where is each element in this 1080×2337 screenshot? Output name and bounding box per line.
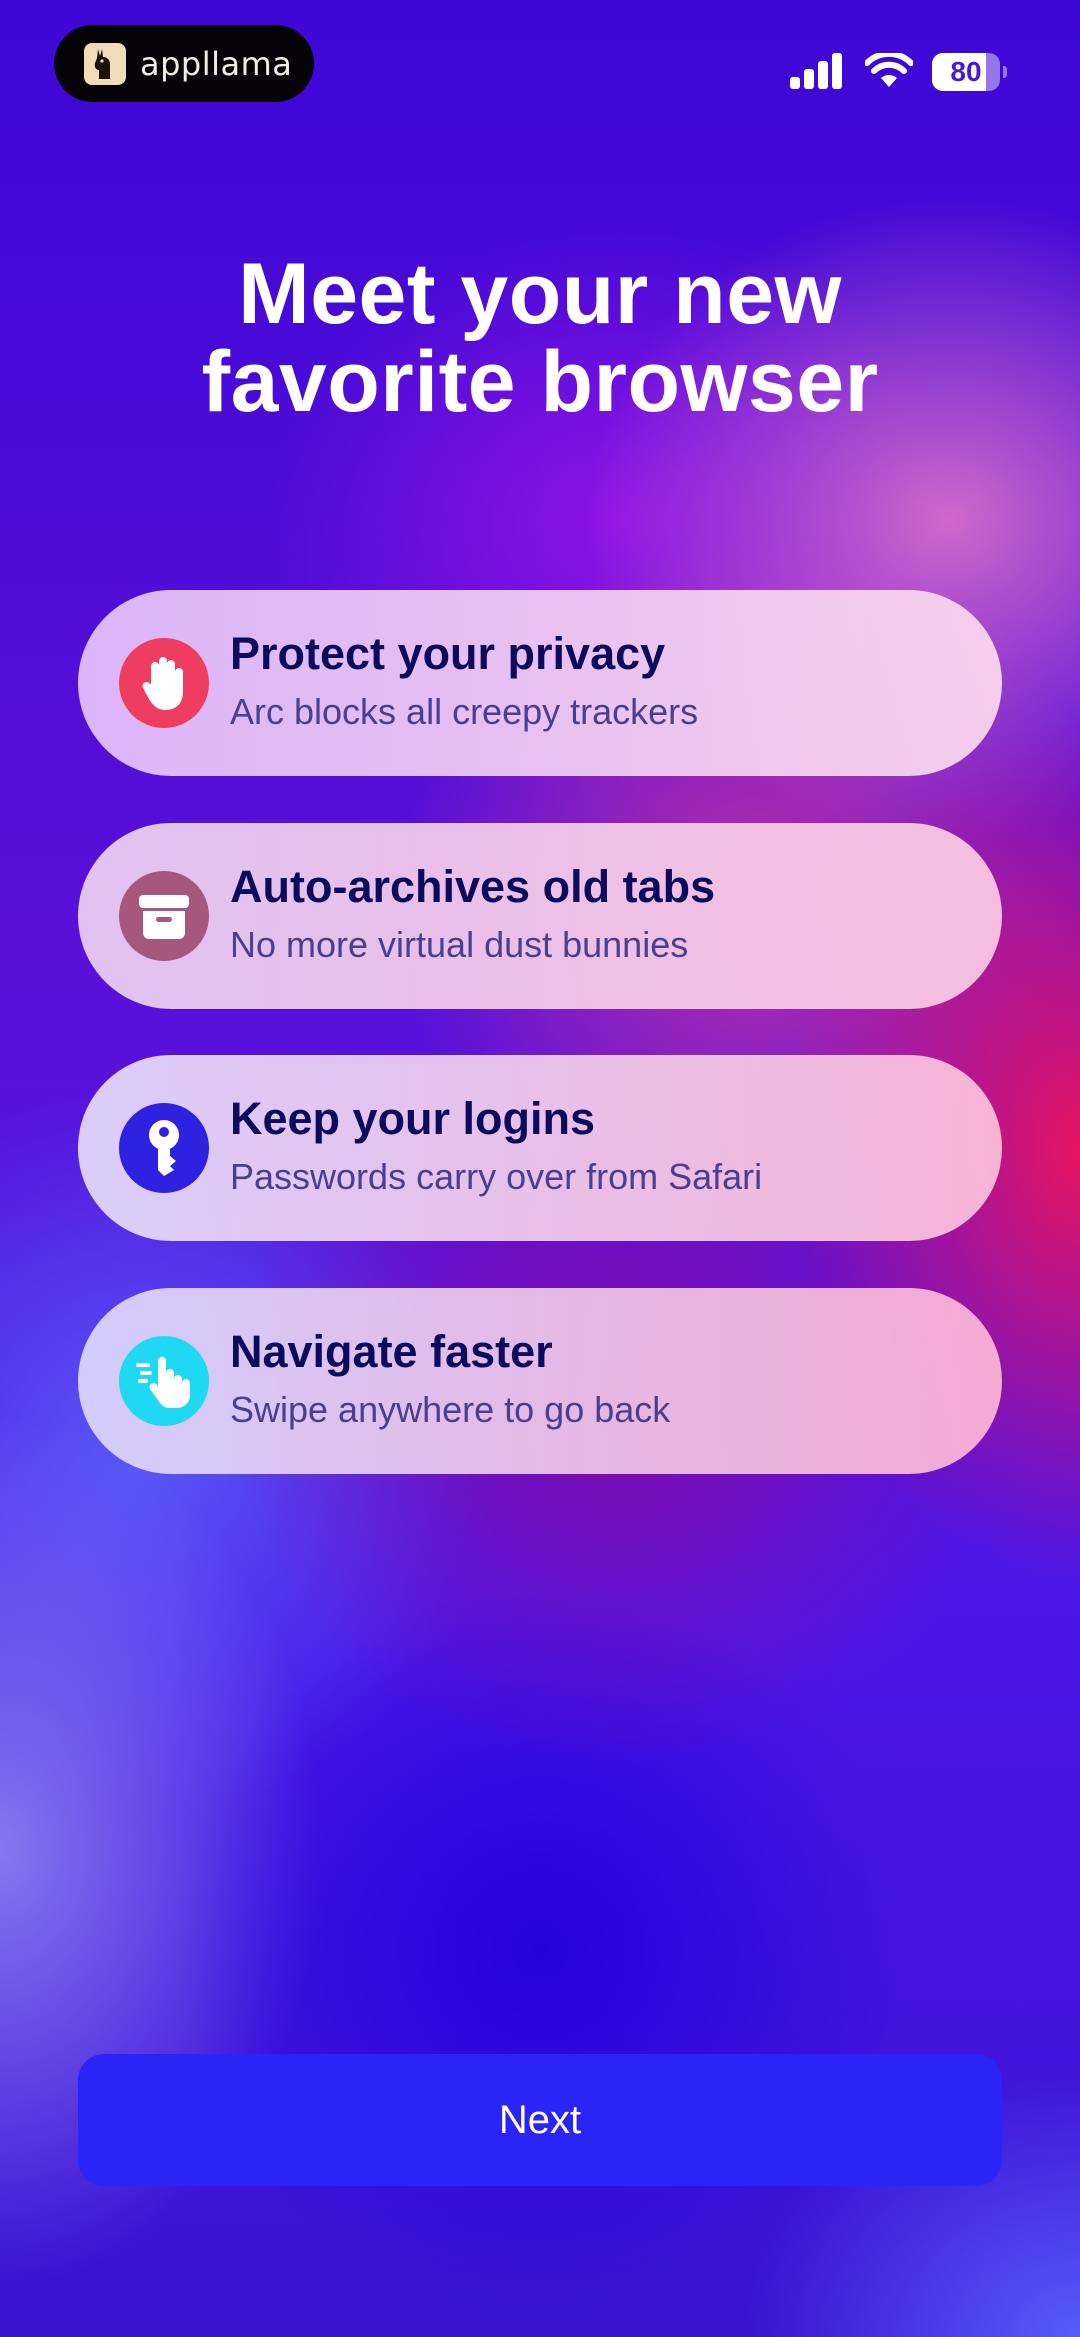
archive-box-icon [119,871,209,961]
page-title-line-1: Meet your new [238,246,842,342]
feature-title: Keep your logins [230,1093,596,1144]
feature-card-logins: Keep your logins Passwords carry over fr… [78,1055,1002,1241]
feature-subtitle: Swipe anywhere to go back [230,1389,671,1430]
feature-title: Protect your privacy [230,628,666,679]
cellular-signal-icon [790,53,842,89]
llama-logo-icon [84,42,126,85]
wifi-icon [865,53,913,87]
battery-icon: 80 [932,53,1008,91]
next-button[interactable]: Next [78,2054,1002,2186]
status-bar: appllama 80 [0,0,1080,140]
key-icon [119,1103,209,1193]
feature-card-archive: Auto-archives old tabs No more virtual d… [78,823,1002,1009]
feature-subtitle: Arc blocks all creepy trackers [230,691,699,732]
swipe-hand-icon [119,1336,209,1426]
feature-title: Navigate faster [230,1326,553,1377]
page-title: Meet your new favorite browser [0,250,1080,426]
app-indicator-pill[interactable]: appllama [54,25,314,102]
feature-subtitle: Passwords carry over from Safari [230,1156,763,1197]
feature-title: Auto-archives old tabs [230,861,716,912]
feature-subtitle: No more virtual dust bunnies [230,924,689,965]
feature-card-privacy: Protect your privacy Arc blocks all cree… [78,590,1002,776]
battery-level: 80 [950,56,982,87]
page-title-line-2: favorite browser [201,334,879,430]
stop-hand-icon [119,638,209,728]
app-name: appllama [140,44,293,83]
feature-card-navigate: Navigate faster Swipe anywhere to go bac… [78,1288,1002,1474]
